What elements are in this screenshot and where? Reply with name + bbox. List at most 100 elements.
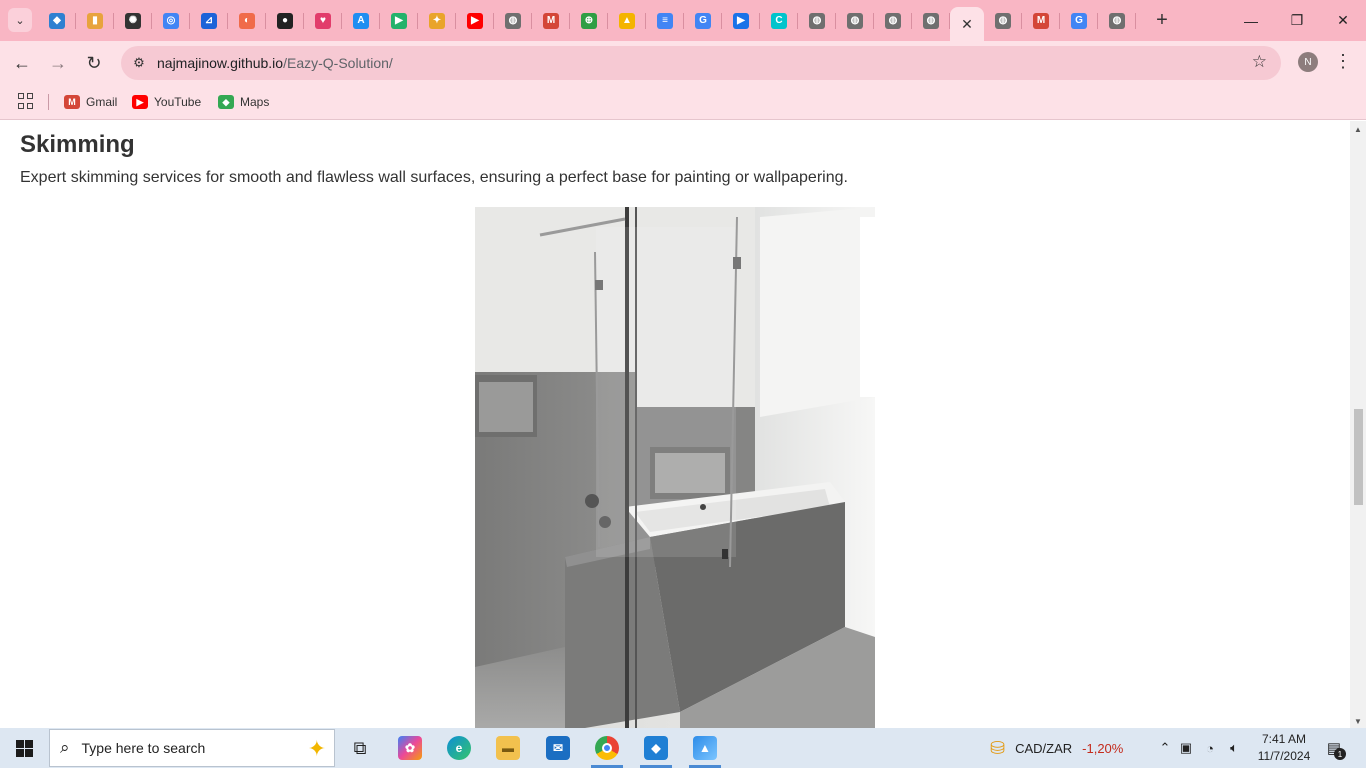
browser-tab[interactable]: ▲ [608,0,646,41]
reload-icon: ↻ [86,52,102,73]
address-bar[interactable]: ⚙ najmajinow.github.io/Eazy-Q-Solution/ … [121,46,1281,80]
meet-now-icon[interactable]: ▣ [1174,740,1198,756]
bookmark-separator [48,94,49,110]
forward-button[interactable]: → [44,49,72,77]
more-menu-icon[interactable]: ⋮ [1334,51,1352,72]
tab-search-button[interactable]: ⌄ [8,8,32,32]
file-explorer-button[interactable]: ▬ [484,728,532,768]
bookmark-star-icon[interactable]: ☆ [1252,52,1267,72]
browser-tab[interactable]: ◆ [38,0,76,41]
speaker-icon[interactable]: 🔈︎ [1222,740,1246,756]
browser-tab[interactable]: ◍ [912,0,950,41]
browser-tab[interactable]: C [760,0,798,41]
profile-avatar[interactable]: N [1298,52,1318,72]
task-view-button[interactable]: ⧉ [336,728,384,768]
scroll-down-arrow-icon[interactable]: ▼ [1354,717,1362,726]
windows-taskbar: ⌕ Type here to search ✦ ⧉ ✿ e ▬ ✉ ◆ ▲ ⛁ … [0,728,1366,768]
globe-icon: ◍ [1109,12,1125,29]
browser-tab[interactable]: ◍ [836,0,874,41]
globe-icon: ◍ [809,12,825,29]
task-view-icon: ⧉ [353,737,367,758]
bookmark-maps[interactable]: ◆ Maps [218,92,269,112]
browser-tab[interactable]: ◍ [798,0,836,41]
mail-icon: ✉ [546,736,570,760]
vscode-button[interactable]: ◆ [632,728,680,768]
vscode-icon: ◆ [49,12,65,29]
chevron-up-icon[interactable]: ⌃ [1156,740,1174,756]
browser-tab[interactable]: ● [266,0,304,41]
url-host: najmajinow.github.io [157,55,284,71]
browser-tab[interactable]: ◎ [152,0,190,41]
taskbar-search-box[interactable]: ⌕ Type here to search ✦ [49,729,335,767]
globe-icon: ◍ [923,12,939,29]
browser-tab[interactable]: ◍ [494,0,532,41]
active-tab[interactable]: ✕ [950,7,984,41]
browser-tab[interactable]: G [1060,0,1098,41]
copilot-button[interactable]: ✿ [386,728,434,768]
photos-icon: ▲ [693,736,717,760]
lens-icon: ◎ [163,12,179,29]
play-icon: ▶ [391,12,407,29]
bookmark-gmail[interactable]: M Gmail [64,92,117,112]
mail-button[interactable]: ✉ [534,728,582,768]
scroll-thumb[interactable] [1354,409,1363,505]
browser-tab[interactable]: M [1022,0,1060,41]
browser-tab[interactable]: ⊿ [190,0,228,41]
reload-button[interactable]: ↻ [80,49,108,77]
browser-tab[interactable]: ◍ [984,0,1022,41]
restore-button[interactable]: ❐ [1274,0,1320,41]
start-button[interactable] [0,728,48,768]
tab-list: ◆ ▮ ✺ ◎ ⊿ ◐ ● ♥ A ▶ ✦ ▶ ◍ M ⊕ ▲ ≡ G ▶ C ◍ ◍ ◍ ◍ ✕ ◍ M G ◍ [38,0,1136,41]
browser-tab[interactable]: ⊕ [570,0,608,41]
close-window-button[interactable]: ✕ [1320,0,1366,41]
bookmark-youtube[interactable]: ▶ YouTube [132,92,201,112]
browser-toolbar: ← → ↻ ⚙ najmajinow.github.io/Eazy-Q-Solu… [0,41,1366,86]
edge-button[interactable]: e [435,728,483,768]
play-console-icon: ▶ [733,12,749,29]
currency-widget[interactable]: ⛁ CAD/ZAR -1,20% [990,728,1123,768]
browser-tab[interactable]: ▶ [722,0,760,41]
browser-tab[interactable]: ◐ [228,0,266,41]
browser-tab[interactable]: ▶ [380,0,418,41]
photos-button[interactable]: ▲ [681,728,729,768]
edge-icon: e [447,736,471,760]
apps-grid-icon[interactable] [18,93,34,109]
system-tray: ⌃ ▣ ◔ 🔈︎ [1156,728,1246,768]
browser-tab[interactable]: ≡ [646,0,684,41]
scroll-up-arrow-icon[interactable]: ▲ [1354,125,1362,134]
browser-tab[interactable]: ✦ [418,0,456,41]
gmail-icon: M [543,12,559,29]
site-info-icon[interactable]: ⚙ [129,53,149,73]
ticker-change: -1,20% [1082,740,1124,756]
new-tab-button[interactable]: + [1150,8,1174,32]
browser-tab[interactable]: G [684,0,722,41]
url-text[interactable]: najmajinow.github.io/Eazy-Q-Solution/ [157,55,393,71]
wifi-icon[interactable]: ◔ [1198,741,1222,756]
chrome-button[interactable] [583,728,631,768]
browser-tab[interactable]: ◍ [1098,0,1136,41]
globe-icon: ◍ [995,12,1011,29]
browser-tab[interactable]: ▶ [456,0,494,41]
web-page: Skimming Expert skimming services for sm… [0,121,1350,728]
bookmark-label: Maps [240,95,270,109]
github-icon: ● [277,12,293,29]
close-tab-icon[interactable]: ✕ [961,16,973,33]
youtube-icon: ▶ [467,12,483,29]
page-scrollbar[interactable]: ▲ ▼ [1350,121,1366,728]
notification-center-button[interactable]: ▤ 1 [1322,736,1346,760]
search-icon: ⌕ [60,738,70,757]
browser-tab[interactable]: M [532,0,570,41]
google-icon: G [1071,12,1087,29]
browser-tab[interactable]: ◍ [874,0,912,41]
clock[interactable]: 7:41 AM 11/7/2024 [1252,731,1316,765]
gmail-icon: M [1033,12,1049,29]
bookmark-label: Gmail [86,95,118,109]
minimize-button[interactable]: — [1228,0,1274,41]
browser-tab[interactable]: A [342,0,380,41]
browser-tab[interactable]: ♥ [304,0,342,41]
back-button[interactable]: ← [8,49,36,77]
browser-tab[interactable]: ▮ [76,0,114,41]
browser-tab[interactable]: ✺ [114,0,152,41]
globe-icon: ◍ [847,12,863,29]
windows-logo-icon [15,739,33,757]
